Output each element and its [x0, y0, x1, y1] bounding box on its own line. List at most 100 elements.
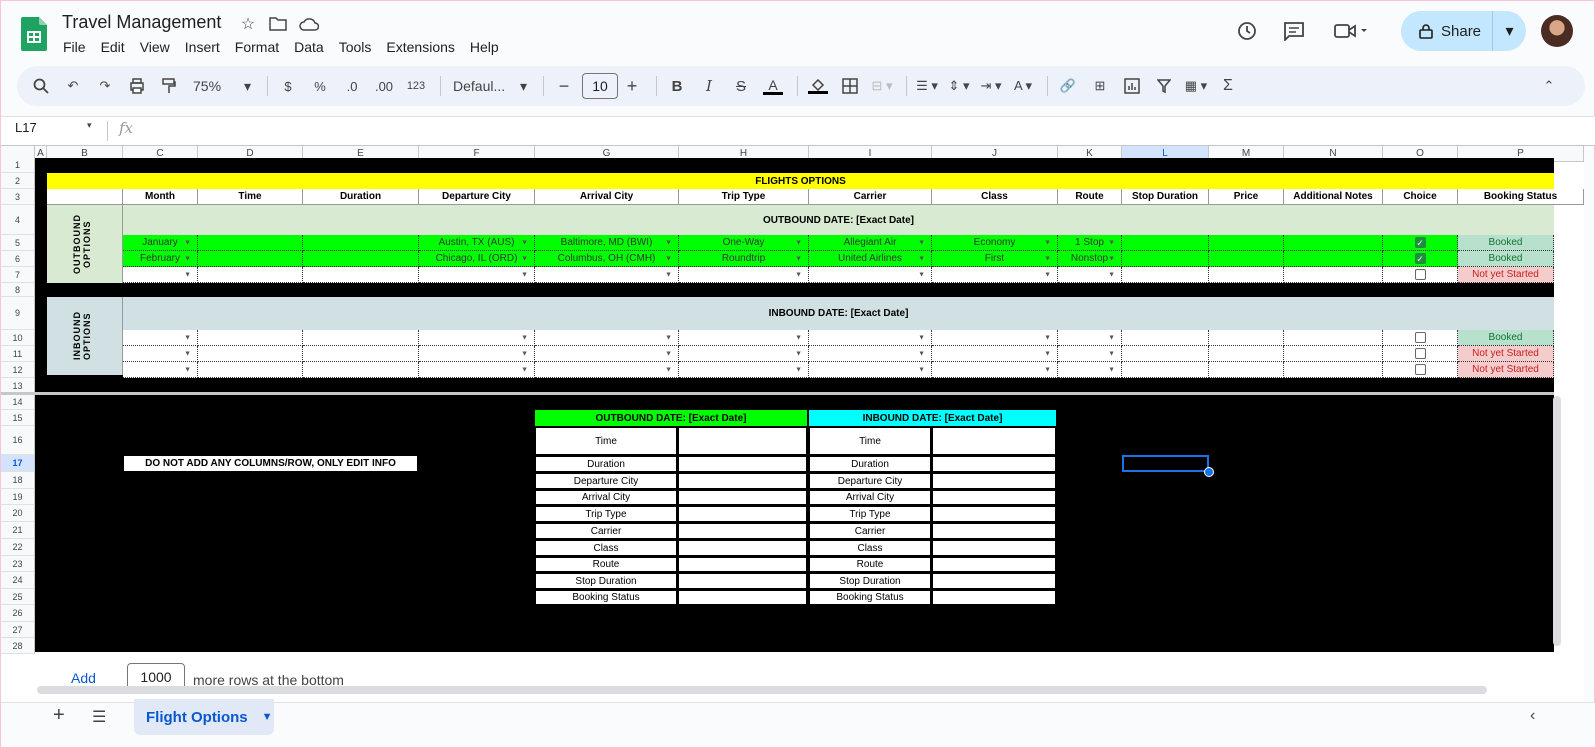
inbound-row-3-cell-k[interactable]: ▼	[1058, 362, 1122, 378]
more-formats-button[interactable]: 123	[402, 72, 430, 100]
dropdown-arrow-icon[interactable]: ▼	[521, 366, 528, 373]
inbound-row-1-cell-g[interactable]: ▼	[535, 330, 679, 346]
outbound-row-3-cell-d[interactable]	[198, 267, 303, 283]
formula-input[interactable]	[141, 118, 1581, 144]
row-header-17[interactable]: 17	[1, 455, 35, 472]
summary-outbound-value[interactable]	[678, 473, 807, 489]
undo-icon[interactable]: ↶	[59, 72, 87, 100]
outbound-row-3-cell-i[interactable]: ▼	[809, 267, 932, 283]
all-sheets-icon[interactable]: ☰	[92, 707, 106, 727]
summary-outbound-value[interactable]	[678, 506, 807, 522]
dropdown-arrow-icon[interactable]: ▼	[184, 255, 191, 262]
inbound-row-3-cell-j[interactable]: ▼	[932, 362, 1058, 378]
inbound-row-1-cell-h[interactable]: ▼	[679, 330, 809, 346]
summary-inbound-value[interactable]	[932, 506, 1056, 522]
menu-extensions[interactable]: Extensions	[384, 38, 461, 56]
collapse-toolbar-icon[interactable]: ⌃	[1535, 72, 1563, 100]
inbound-row-1-cell-n[interactable]	[1284, 330, 1383, 346]
font-size-input[interactable]: 10	[582, 73, 618, 99]
dropdown-arrow-icon[interactable]: ▼	[521, 271, 528, 278]
percent-format-button[interactable]: %	[306, 72, 334, 100]
font-select[interactable]: Defaul... ▾	[447, 72, 533, 100]
summary-inbound-value[interactable]	[932, 573, 1056, 589]
dropdown-arrow-icon[interactable]: ▼	[521, 334, 528, 341]
inbound-row-2-cell-m[interactable]	[1209, 346, 1284, 362]
outbound-row-2-choice[interactable]: ✓	[1383, 251, 1458, 267]
summary-inbound-value[interactable]	[932, 473, 1056, 489]
dropdown-arrow-icon[interactable]: ▼	[521, 255, 528, 262]
row-header-19[interactable]: 19	[1, 489, 35, 505]
outbound-row-2-cell-h[interactable]: Roundtrip ▼	[679, 251, 809, 267]
dropdown-arrow-icon[interactable]: ▼	[665, 350, 672, 357]
dropdown-arrow-icon[interactable]: ▼	[1044, 271, 1051, 278]
vertical-align-icon[interactable]: ⇕ ▾	[945, 72, 973, 100]
row-header-6[interactable]: 6	[1, 251, 35, 267]
filter-views-icon[interactable]: ▦ ▾	[1182, 72, 1210, 100]
inbound-row-1-cell-i[interactable]: ▼	[809, 330, 932, 346]
row-header-18[interactable]: 18	[1, 472, 35, 489]
name-box[interactable]: L17	[15, 120, 37, 135]
outbound-row-3-choice[interactable]	[1383, 267, 1458, 283]
summary-outbound-value[interactable]	[678, 557, 807, 572]
avatar[interactable]	[1541, 15, 1573, 47]
row-header-5[interactable]: 5	[1, 235, 35, 251]
dropdown-arrow-icon[interactable]: ▼	[1044, 350, 1051, 357]
outbound-row-1-cell-e[interactable]	[303, 235, 419, 251]
row-header-8[interactable]: 8	[1, 283, 35, 297]
outbound-row-1-cell-i[interactable]: Allegiant Air ▼	[809, 235, 932, 251]
outbound-row-3-cell-m[interactable]	[1209, 267, 1284, 283]
inbound-row-2-cell-n[interactable]	[1284, 346, 1383, 362]
bold-icon[interactable]: B	[663, 72, 691, 100]
choice-checkbox[interactable]: ✓	[1414, 253, 1426, 264]
inbound-row-2-cell-c[interactable]: ▼	[123, 346, 198, 362]
horizontal-scrollbar[interactable]	[37, 686, 1487, 694]
summary-inbound-value[interactable]	[932, 590, 1056, 605]
outbound-row-3-cell-n[interactable]	[1284, 267, 1383, 283]
outbound-row-3-cell-h[interactable]: ▼	[679, 267, 809, 283]
dropdown-arrow-icon[interactable]: ▼	[1108, 366, 1115, 373]
horizontal-align-icon[interactable]: ☰ ▾	[913, 72, 941, 100]
zoom-select[interactable]: 75% ▾	[187, 72, 257, 100]
inbound-row-2-cell-h[interactable]: ▼	[679, 346, 809, 362]
outbound-row-1-status[interactable]: Booked	[1458, 235, 1554, 251]
row-header-22[interactable]: 22	[1, 539, 35, 556]
add-sheet-icon[interactable]: +	[53, 704, 73, 727]
decrease-font-size-button[interactable]: −	[550, 72, 578, 100]
inbound-row-3-cell-l[interactable]	[1122, 362, 1209, 378]
summary-outbound-value[interactable]	[678, 456, 807, 472]
outbound-row-3-cell-g[interactable]: ▼	[535, 267, 679, 283]
inbound-row-2-cell-d[interactable]	[198, 346, 303, 362]
row-header-27[interactable]: 27	[1, 622, 35, 638]
vertical-scrollbar[interactable]	[1553, 396, 1561, 646]
summary-outbound-value[interactable]	[678, 490, 807, 505]
inbound-row-3-cell-d[interactable]	[198, 362, 303, 378]
dropdown-arrow-icon[interactable]: ▼	[1044, 366, 1051, 373]
increase-font-size-button[interactable]: +	[618, 72, 646, 100]
outbound-row-1-cell-l[interactable]	[1122, 235, 1209, 251]
meet-icon[interactable]	[1331, 19, 1371, 43]
outbound-row-2-cell-g[interactable]: Columbus, OH (CMH) ▼	[535, 251, 679, 267]
outbound-row-2-cell-l[interactable]	[1122, 251, 1209, 267]
currency-format-button[interactable]: $	[274, 72, 302, 100]
outbound-row-3-cell-c[interactable]: ▼	[123, 267, 198, 283]
outbound-row-1-cell-c[interactable]: January ▼	[123, 235, 198, 251]
dropdown-arrow-icon[interactable]: ▼	[1108, 334, 1115, 341]
inbound-row-2-cell-i[interactable]: ▼	[809, 346, 932, 362]
outbound-row-3-cell-f[interactable]: ▼	[419, 267, 535, 283]
inbound-row-1-choice[interactable]	[1383, 330, 1458, 346]
outbound-row-1-choice[interactable]: ✓	[1383, 235, 1458, 251]
cloud-status-icon[interactable]	[299, 14, 319, 34]
inbound-row-3-cell-c[interactable]: ▼	[123, 362, 198, 378]
move-folder-icon[interactable]	[268, 14, 288, 34]
row-header-26[interactable]: 26	[1, 605, 35, 622]
outbound-row-1-cell-h[interactable]: One-Way ▼	[679, 235, 809, 251]
dropdown-arrow-icon[interactable]: ▼	[795, 334, 802, 341]
dropdown-arrow-icon[interactable]: ▼	[1108, 271, 1115, 278]
dropdown-arrow-icon[interactable]: ▼	[1108, 255, 1115, 262]
frozen-rows-divider[interactable]	[1, 392, 1554, 395]
dropdown-arrow-icon[interactable]: ▼	[1044, 334, 1051, 341]
dropdown-arrow-icon[interactable]: ▼	[918, 366, 925, 373]
comments-icon[interactable]	[1282, 19, 1306, 43]
row-header-7[interactable]: 7	[1, 267, 35, 283]
inbound-row-2-cell-l[interactable]	[1122, 346, 1209, 362]
